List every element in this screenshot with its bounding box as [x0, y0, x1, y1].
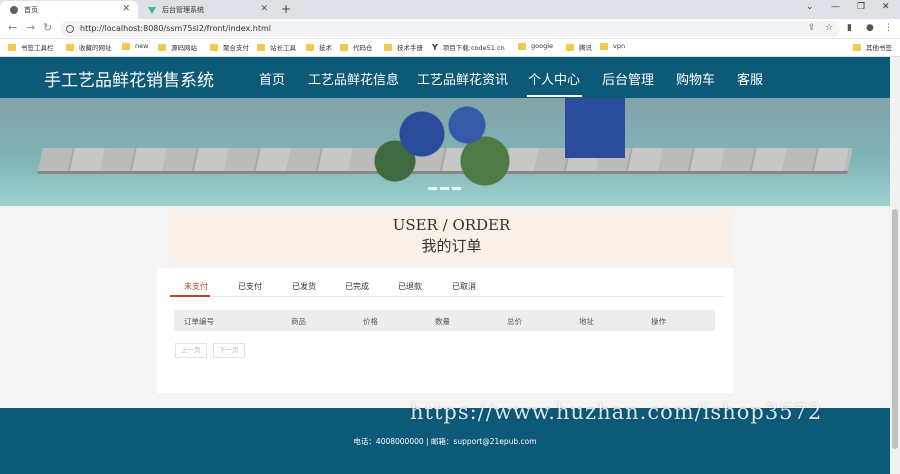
nav-cart[interactable]: 购物车 [676, 69, 715, 88]
star-icon[interactable]: ☆ [825, 23, 833, 33]
vue-icon [148, 6, 156, 14]
menu-icon[interactable]: ⋮ [884, 23, 893, 33]
folder-icon [566, 43, 574, 51]
new-tab-icon[interactable]: + [281, 2, 291, 16]
carousel-dot[interactable] [452, 187, 461, 190]
browser-tab-home[interactable]: 首页 ✕ [0, 1, 138, 19]
restore-icon[interactable]: ❐ [857, 2, 865, 12]
watermark-text: https://www.huzhan.com/ishop3572 [410, 400, 823, 424]
tab-unpaid[interactable]: 未支付 [184, 281, 208, 292]
table-header: 订单编号 商品 价格 数量 总价 地址 操作 [174, 310, 715, 331]
folder-icon [257, 43, 265, 51]
site-header: 手工艺品鲜花销售系统 首页 工艺品鲜花信息 工艺品鲜花资讯 个人中心 后台管理 … [0, 57, 890, 98]
bookmark-item[interactable]: 聚合支付 [210, 42, 249, 52]
tab-divider [169, 296, 724, 297]
tab-paid[interactable]: 已支付 [238, 281, 262, 292]
tab-cancelled[interactable]: 已取消 [452, 281, 476, 292]
page-title-box: USER / ORDER 我的订单 [170, 210, 733, 265]
folder-icon [518, 42, 526, 50]
share-icon[interactable]: ⇪ [808, 23, 816, 33]
column-header: 地址 [579, 317, 594, 326]
close-icon[interactable]: ✕ [260, 4, 268, 14]
bookmark-item[interactable]: 其他书签 [853, 42, 892, 52]
sidebar-icon[interactable]: ▮ [847, 23, 852, 33]
close-icon[interactable]: ✕ [122, 4, 130, 14]
tab-title: 首页 [24, 6, 38, 14]
tab-completed[interactable]: 已完成 [345, 281, 369, 292]
carousel-indicators [428, 187, 461, 190]
address-bar-row: ← → ↻ http://localhost:8080/ssm75sl2/fro… [0, 19, 900, 39]
bookmark-item[interactable]: 技术 [306, 42, 332, 52]
window-close-icon[interactable]: ✕ [882, 2, 890, 12]
chevron-down-icon[interactable]: ⌄ [806, 2, 814, 12]
carousel-dot[interactable] [440, 187, 449, 190]
profile-icon[interactable]: ● [866, 23, 874, 33]
main-content: USER / ORDER 我的订单 未支付 已支付 已发货 已完成 已退款 已取… [0, 206, 890, 408]
folder-icon [306, 43, 314, 51]
page-title-en: USER / ORDER [392, 216, 511, 234]
folder-icon [340, 43, 348, 51]
nav-personal-center[interactable]: 个人中心 [528, 69, 580, 88]
banner-gift-box [565, 98, 625, 158]
banner-carousel[interactable] [0, 98, 890, 206]
next-page-button[interactable]: 下一页 [213, 343, 245, 358]
bookmark-item[interactable]: 书签工具栏 [8, 42, 54, 52]
nav-service[interactable]: 客服 [737, 69, 763, 88]
bookmark-item[interactable]: 代码仓 [340, 42, 373, 52]
folder-icon [8, 43, 16, 51]
nav-product-news[interactable]: 工艺品鲜花资讯 [417, 69, 508, 88]
bookmark-item[interactable]: 源码网站 [158, 42, 197, 52]
page-scrollbar[interactable] [890, 57, 900, 474]
bookmark-item[interactable]: 站长工具 [257, 42, 296, 52]
browser-tab-admin[interactable]: 后台管理系统 ✕ [138, 1, 276, 19]
folder-icon [210, 43, 218, 51]
column-header: 操作 [651, 317, 666, 326]
carousel-dot[interactable] [428, 187, 437, 190]
column-header: 商品 [291, 317, 306, 326]
column-header: 订单编号 [184, 317, 214, 326]
column-header: 总价 [507, 317, 522, 326]
nav-product-info[interactable]: 工艺品鲜花信息 [308, 69, 399, 88]
back-icon[interactable]: ← [8, 21, 17, 34]
folder-icon [600, 42, 608, 50]
footer-contact: 电话：4008000000 | 邮箱：support@21epub.com [353, 437, 537, 446]
banner-roses-image [350, 98, 530, 188]
forward-icon[interactable]: → [26, 21, 35, 34]
url-input[interactable]: http://localhost:8080/ssm75sl2/front/ind… [60, 21, 840, 37]
bookmark-item[interactable]: google [518, 42, 553, 50]
active-tab-indicator [170, 295, 210, 297]
column-header: 价格 [363, 317, 378, 326]
browser-tab-bar: 首页 ✕ 后台管理系统 ✕ + ⌄ — ❐ ✕ [0, 0, 900, 19]
page-title-cn: 我的订单 [421, 237, 482, 255]
scrollbar-thumb[interactable] [892, 209, 898, 449]
bookmark-item[interactable]: 腾讯 [566, 42, 592, 52]
bookmark-item[interactable]: 技术手册 [384, 42, 423, 52]
url-text: http://localhost:8080/ssm75sl2/front/ind… [80, 24, 272, 33]
order-panel: 未支付 已支付 已发货 已完成 已退款 已取消 订单编号 商品 价格 数量 总价… [157, 268, 733, 393]
column-header: 数量 [435, 317, 450, 326]
folder-icon [158, 43, 166, 51]
bookmark-item[interactable]: vpn [600, 42, 625, 50]
site-logo[interactable]: 手工艺品鲜花销售系统 [44, 66, 214, 91]
prev-page-button[interactable]: 上一页 [175, 343, 207, 358]
folder-icon [122, 42, 130, 50]
bookmark-item[interactable]: 收藏的网址 [66, 42, 112, 52]
bookmark-item[interactable]: new [122, 42, 148, 50]
reload-icon[interactable]: ↻ [43, 21, 52, 34]
active-nav-underline [527, 95, 582, 97]
info-icon[interactable] [66, 25, 74, 33]
tab-refunded[interactable]: 已退款 [398, 281, 422, 292]
minimize-icon[interactable]: — [831, 2, 840, 12]
tab-title: 后台管理系统 [162, 6, 204, 14]
tab-shipped[interactable]: 已发货 [292, 281, 316, 292]
bookmark-item[interactable]: Y 项目下载:code51.cn [432, 42, 505, 53]
y-logo-icon: Y [432, 42, 438, 52]
folder-icon [853, 43, 861, 51]
globe-icon [10, 6, 18, 14]
nav-admin[interactable]: 后台管理 [602, 69, 654, 88]
nav-home[interactable]: 首页 [259, 69, 285, 88]
folder-icon [384, 43, 392, 51]
folder-icon [66, 43, 74, 51]
bookmarks-bar: 书签工具栏 收藏的网址 new 源码网站 聚合支付 站长工具 技术 代码仓 技术… [0, 39, 900, 57]
